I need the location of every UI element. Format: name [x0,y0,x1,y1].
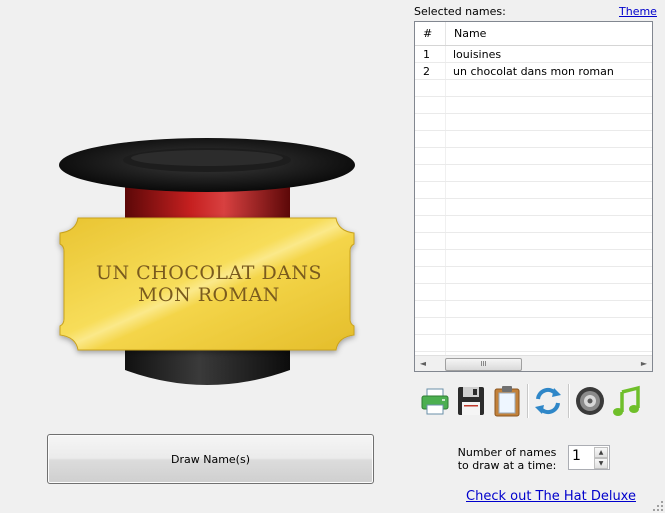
empty-row [415,97,652,114]
number-of-names-label: Number of names to draw at a time: [448,446,566,472]
empty-row [415,199,652,216]
toolbar-separator [568,384,570,418]
names-per-draw-value[interactable]: 1 [572,448,581,464]
selected-names-label: Selected names: [414,5,506,18]
empty-row [415,114,652,131]
theme-link[interactable]: Theme [619,5,657,18]
list-header: # Name [415,22,652,46]
drawn-name-ticket: UN CHOCOLAT DANS MON ROMAN [95,262,323,306]
speaker-icon[interactable] [574,384,606,418]
list-item[interactable]: 2 un chocolat dans mon roman [415,63,652,80]
clipboard-icon[interactable] [491,384,523,418]
stepper-down-arrow-icon[interactable]: ▼ [594,458,608,469]
toolbar-separator [527,384,529,418]
empty-row [415,216,652,233]
empty-row [415,182,652,199]
horizontal-scrollbar[interactable]: ◄ III ► [415,355,652,371]
stepper-up-arrow-icon[interactable]: ▲ [594,447,608,458]
empty-row [415,318,652,335]
empty-row [415,80,652,97]
scroll-right-arrow-icon[interactable]: ► [636,356,652,371]
scroll-left-arrow-icon[interactable]: ◄ [415,356,431,371]
empty-row [415,301,652,318]
row-number: 2 [423,65,430,78]
empty-row [415,335,652,352]
row-name: un chocolat dans mon roman [453,65,614,78]
column-header-number[interactable]: # [415,22,446,45]
list-item[interactable]: 1 louisines [415,46,652,63]
row-name: louisines [453,48,502,61]
draw-names-button[interactable]: Draw Name(s) [47,434,374,484]
empty-row [415,148,652,165]
number-of-names-label-line1: Number of names [457,446,557,459]
row-number: 1 [423,48,430,61]
names-per-draw-stepper[interactable]: 1 ▲ ▼ [568,445,610,470]
scroll-thumb[interactable]: III [445,358,522,371]
music-icon[interactable] [611,384,643,418]
number-of-names-label-line2: to draw at a time: [457,459,557,472]
selected-names-list[interactable]: # Name 1 louisines 2 un chocolat dans mo… [414,21,653,372]
empty-row [415,250,652,267]
hat-deluxe-link[interactable]: Check out The Hat Deluxe [466,489,636,504]
column-header-name[interactable]: Name [446,22,652,45]
resize-grip-icon[interactable] [652,500,664,512]
empty-row [415,165,652,182]
empty-row [415,284,652,301]
refresh-icon[interactable] [532,384,564,418]
printer-icon[interactable] [419,384,451,418]
save-icon[interactable] [455,384,487,418]
empty-row [415,233,652,250]
empty-row [415,131,652,148]
empty-row [415,267,652,284]
